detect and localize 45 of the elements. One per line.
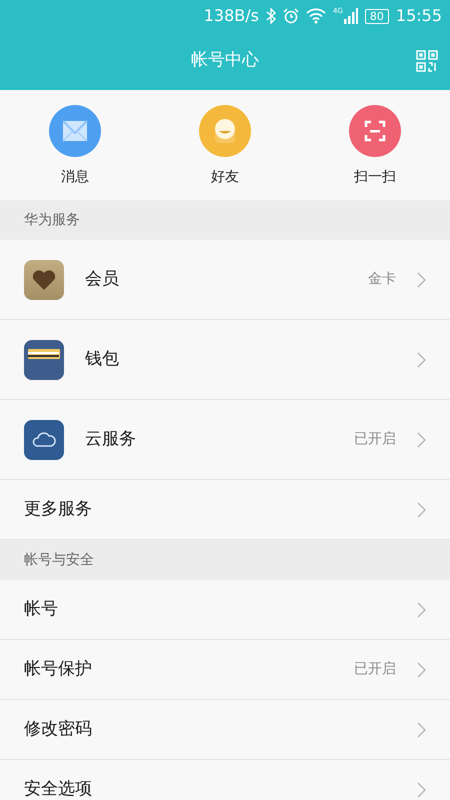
scan-icon: [349, 105, 401, 157]
battery-level: 80: [364, 8, 389, 24]
chevron-right-icon: [417, 602, 426, 618]
list-item[interactable]: 钱包: [0, 320, 450, 400]
item-value: 已开启: [354, 660, 396, 679]
chevron-right-icon: [417, 272, 426, 288]
item-label: 会员: [85, 268, 120, 291]
cloud-icon: [24, 420, 64, 460]
network-speed: 138B/s: [204, 5, 259, 27]
item-label: 安全选项: [24, 778, 93, 800]
item-label: 更多服务: [24, 498, 93, 521]
list-item[interactable]: 帐号保护 已开启: [0, 640, 450, 700]
list-item[interactable]: 修改密码: [0, 700, 450, 760]
wifi-icon: [306, 8, 326, 24]
signal-icon: [344, 8, 358, 24]
shortcut-button[interactable]: 好友: [150, 105, 300, 188]
item-label: 修改密码: [24, 718, 93, 741]
envelope-icon: [49, 105, 101, 157]
shortcut-button[interactable]: 扫一扫: [300, 105, 450, 188]
list-item[interactable]: 云服务 已开启: [0, 400, 450, 480]
face-icon: [199, 105, 251, 157]
alarm-icon: [283, 8, 299, 24]
item-label: 云服务: [85, 428, 137, 451]
chevron-right-icon: [417, 432, 426, 448]
item-label: 帐号保护: [24, 658, 93, 681]
section-header: 华为服务: [0, 200, 450, 240]
item-value: 已开启: [354, 430, 396, 449]
clock-time: 15:55: [396, 5, 442, 27]
item-label: 帐号: [24, 598, 59, 621]
item-value: 金卡: [368, 270, 396, 289]
shortcut-button[interactable]: 消息: [0, 105, 150, 188]
chevron-right-icon: [417, 502, 426, 518]
chevron-right-icon: [417, 782, 426, 798]
page-title: 帐号中心: [191, 49, 259, 72]
wallet-icon: [24, 340, 64, 380]
bluetooth-icon: [266, 8, 276, 24]
chevron-right-icon: [417, 722, 426, 738]
list-item[interactable]: 安全选项: [0, 760, 450, 800]
list-item[interactable]: 帐号: [0, 580, 450, 640]
chevron-right-icon: [417, 352, 426, 368]
qr-code-button[interactable]: [416, 50, 438, 72]
list-item[interactable]: 会员 金卡: [0, 240, 450, 320]
chevron-right-icon: [417, 662, 426, 678]
section-header: 帐号与安全: [0, 540, 450, 580]
item-label: 钱包: [85, 348, 120, 371]
